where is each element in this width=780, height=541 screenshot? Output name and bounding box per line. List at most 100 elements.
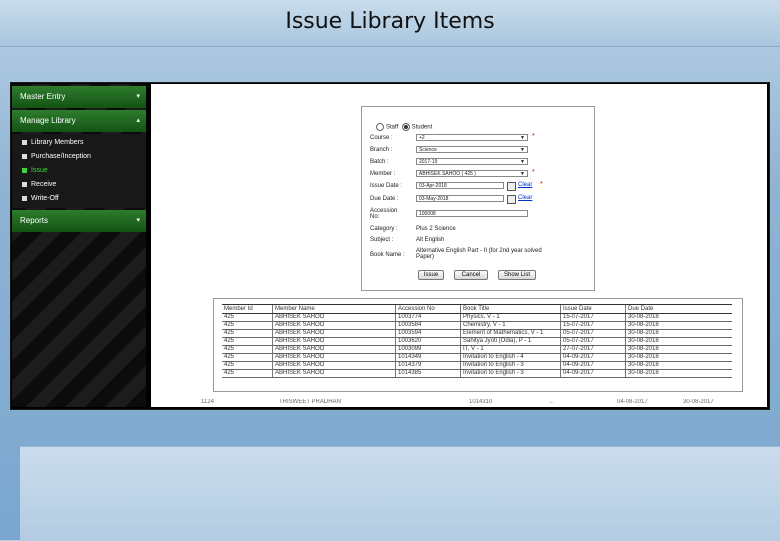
accession-input[interactable]: 100008 (416, 210, 528, 217)
menu-master-entry-label: Master Entry (20, 92, 66, 101)
course-select[interactable]: +2 ▼ (416, 134, 528, 141)
cell: 30-08-2018 (625, 321, 732, 330)
member-value: ABHISEK SAHOO ( 425 ) (419, 171, 476, 177)
cell: 425 (222, 329, 273, 338)
course-label: Course : (370, 135, 393, 141)
radio-student[interactable] (401, 123, 410, 131)
cancel-button[interactable]: Cancel (454, 270, 488, 280)
cell: 1003594 (395, 329, 461, 338)
table-row: 1124 TRISWEET PRADHAN 1014310 ... 04-08-… (189, 399, 749, 407)
table-row[interactable]: 425 ABHISEK SAHOO 1003584 Chemistry, V - 11… (222, 321, 732, 330)
cell: IT, V - 1 (460, 345, 561, 354)
show-list-button[interactable]: Show List (498, 270, 536, 280)
member-label: Member : (370, 171, 396, 177)
menu-manage-library-label: Manage Library (20, 116, 76, 125)
cell: 30-08-2018 (625, 361, 732, 370)
accession-label: Accession No: (370, 208, 398, 220)
submenu-label: Issue (31, 167, 48, 174)
menu-reports[interactable]: Reports ▾ (12, 210, 146, 232)
batch-value: 2017-19 (419, 159, 438, 165)
cell: 425 (222, 361, 273, 370)
submenu-item-receive[interactable]: Receive (12, 178, 146, 192)
submenu-item-purchase-inception[interactable]: Purchase/Inception (12, 150, 146, 164)
cell: Sahitya Jyoti (Odia), P - 1 (460, 337, 561, 346)
cell: ABHISEK SAHOO (272, 353, 396, 362)
app-window: Master Entry ▾ Manage Library ▴ Library … (10, 82, 770, 410)
issue-date-clear-link[interactable]: Clear (518, 182, 532, 188)
batch-select[interactable]: 2017-19 ▼ (416, 158, 528, 165)
menu-master-entry[interactable]: Master Entry ▾ (12, 86, 146, 108)
radio-student-label: Student (411, 124, 433, 131)
cell: 15-07-2017 (560, 321, 626, 330)
submenu-item-write-off[interactable]: Write-Off (12, 192, 146, 206)
submenu-item-library-members[interactable]: Library Members (12, 136, 146, 150)
table-row[interactable]: 425 ABHISEK SAHOO 1014349 Invitation to Eng… (222, 353, 732, 362)
cell: 425 (222, 369, 273, 378)
manage-library-submenu: Library Members Purchase/Inception Issue… (12, 134, 146, 208)
cell: 425 (222, 353, 273, 362)
category-value: Plus 2 Science (416, 226, 456, 232)
table-header-row: Member Id Member Name Accession No Book … (222, 304, 732, 314)
member-select[interactable]: ABHISEK SAHOO ( 425 ) ▼ (416, 170, 528, 177)
cell: 30-08-2018 (625, 337, 732, 346)
cell: Chemistry, V - 1 (460, 321, 561, 330)
table-row[interactable]: 425 ABHISEK SAHOO 1014379 Invitation to Eng… (222, 361, 732, 370)
required-marker: * (540, 181, 543, 188)
calendar-icon[interactable] (507, 195, 516, 204)
table-row[interactable]: 425 ABHISEK SAHOO 1003099 IT, V - 1 27-07-20… (222, 345, 732, 354)
cell: 30-08-2018 (625, 369, 732, 378)
submenu-label: Receive (31, 181, 57, 188)
cell: 1003584 (395, 321, 461, 330)
due-date-input[interactable]: 03-May-2018 (416, 195, 504, 202)
table-row[interactable]: 425 ABHISEK SAHOO 1003594 Element of Mathem… (222, 329, 732, 338)
menu-reports-label: Reports (20, 216, 49, 225)
issue-form: Staff Student Course : +2 ▼ * Branch : Sc… (361, 106, 595, 291)
issued-items-table: Member Id Member Name Accession No Book … (222, 304, 732, 378)
bullet-icon (22, 195, 27, 201)
dropdown-arrow-icon: ▼ (520, 147, 525, 153)
subject-label: Subject : (370, 237, 394, 243)
issue-button[interactable]: Issue (418, 270, 444, 280)
issue-date-input[interactable]: 03-Apr-2018 (416, 182, 504, 189)
branch-label: Branch : (370, 147, 393, 153)
cell: ABHISEK SAHOO (272, 345, 396, 354)
calendar-icon[interactable] (507, 182, 516, 191)
submenu-item-issue[interactable]: Issue (12, 164, 146, 178)
issued-items-panel: Member Id Member Name Accession No Book … (213, 298, 743, 392)
cell: ABHISEK SAHOO (272, 361, 396, 370)
cell: ABHISEK SAHOO (272, 369, 396, 378)
slide-bottom-panel (20, 446, 780, 541)
cell: 30-08-2017 (683, 399, 714, 405)
col-member-id: Member Id (222, 304, 273, 314)
submenu-label: Library Members (31, 139, 84, 146)
chevron-up-icon: ▴ (136, 117, 140, 124)
cell: 1014349 (395, 353, 461, 362)
col-accession-no: Accession No (395, 304, 461, 314)
cell: 425 (222, 337, 273, 346)
cell: Element of Mathematics, V - 1 (460, 329, 561, 338)
cell: 30-08-2018 (625, 329, 732, 338)
due-date-label: Due Date : (370, 196, 399, 202)
cell: 04-08-2017 (617, 399, 648, 405)
cell: 425 (222, 321, 273, 330)
table-row[interactable]: 425 ABHISEK SAHOO 1003620 Sahitya Jyoti (Od… (222, 337, 732, 346)
required-marker: * (532, 169, 535, 176)
col-member-name: Member Name (272, 304, 396, 314)
table-row[interactable]: 425 ABHISEK SAHOO 1014385 Invitation to Eng… (222, 369, 732, 378)
branch-select[interactable]: Science ▼ (416, 146, 528, 153)
cell: 05-07-2017 (560, 337, 626, 346)
cell: 1003774 (395, 313, 461, 322)
menu-manage-library[interactable]: Manage Library ▴ (12, 110, 146, 132)
table-row[interactable]: 425 ABHISEK SAHOO 1003774 Physics, V - 1 15-… (222, 313, 732, 322)
bullet-icon (22, 167, 27, 173)
due-date-clear-link[interactable]: Clear (518, 195, 532, 201)
member-type-radio-group: Staff Student (376, 123, 432, 131)
required-marker: * (532, 133, 535, 140)
radio-staff-label: Staff (386, 124, 399, 131)
chevron-down-icon: ▾ (136, 217, 140, 224)
issue-date-label: Issue Date : (370, 183, 403, 189)
cell: ABHISEK SAHOO (272, 337, 396, 346)
branch-value: Science (419, 147, 437, 153)
book-name-label: Book Name : (370, 252, 405, 258)
radio-staff[interactable] (376, 123, 384, 131)
